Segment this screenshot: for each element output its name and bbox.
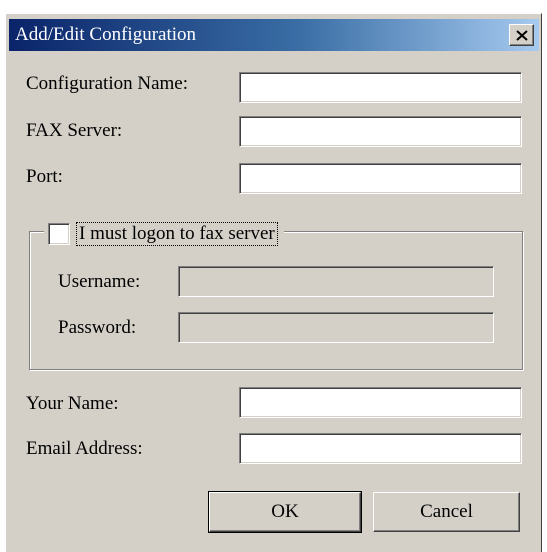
fax-server-label: FAX Server:	[26, 120, 123, 141]
port-input[interactable]	[239, 163, 522, 194]
logon-checkbox-label[interactable]: I must logon to fax server	[76, 222, 278, 246]
email-address-input[interactable]	[239, 433, 522, 464]
configuration-name-input[interactable]	[239, 72, 522, 103]
username-label: Username:	[58, 271, 141, 292]
logon-checkbox[interactable]	[48, 223, 70, 245]
close-icon	[516, 30, 528, 41]
password-label: Password:	[58, 317, 137, 338]
port-label: Port:	[26, 166, 63, 187]
ok-button[interactable]: OK	[208, 491, 362, 533]
title-bar[interactable]: Add/Edit Configuration	[9, 19, 539, 51]
window-title: Add/Edit Configuration	[15, 24, 197, 45]
logon-groupbox	[29, 231, 523, 370]
configuration-name-label: Configuration Name:	[26, 73, 188, 94]
fax-server-input[interactable]	[239, 116, 522, 147]
your-name-label: Your Name:	[26, 393, 119, 414]
email-address-label: Email Address:	[26, 438, 143, 459]
cancel-button[interactable]: Cancel	[373, 492, 520, 532]
logon-checkbox-row[interactable]: I must logon to fax server	[44, 220, 284, 248]
close-button[interactable]	[509, 24, 534, 46]
password-input[interactable]	[178, 312, 494, 343]
username-input[interactable]	[178, 266, 494, 297]
your-name-input[interactable]	[239, 387, 522, 418]
